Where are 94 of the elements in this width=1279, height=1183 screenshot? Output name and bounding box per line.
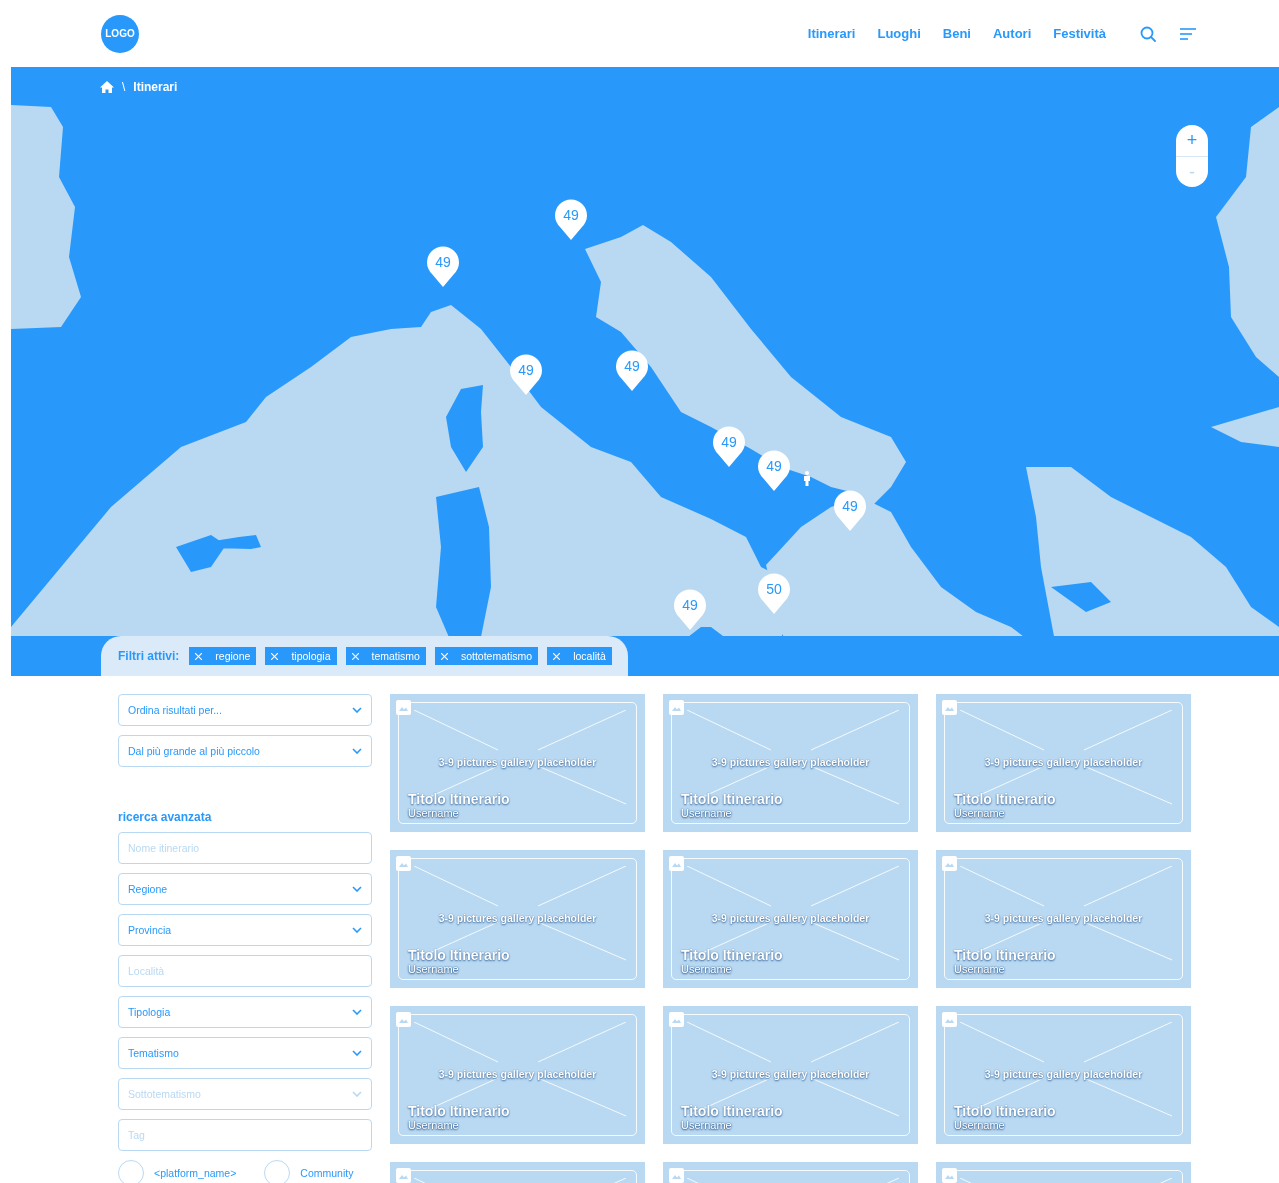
image-icon: [396, 1168, 411, 1183]
close-icon[interactable]: [440, 652, 448, 660]
chevron-down-icon: [352, 1009, 362, 1015]
gallery-placeholder-text: 3-9 pictures gallery placeholder: [710, 912, 871, 924]
image-icon: [669, 700, 684, 715]
card-username: Username: [408, 1119, 459, 1131]
card-username: Username: [681, 1119, 732, 1131]
image-icon: [396, 700, 411, 715]
card-title: Titolo Itinerario: [408, 1103, 510, 1119]
gallery-placeholder-text: 3-9 pictures gallery placeholder: [983, 1068, 1144, 1080]
input-field[interactable]: Località: [118, 955, 372, 987]
card-username: Username: [954, 807, 1005, 819]
image-icon: [396, 856, 411, 871]
card-username: Username: [681, 807, 732, 819]
close-icon[interactable]: [271, 652, 279, 660]
card-username: Username: [408, 963, 459, 975]
chevron-down-icon: [352, 927, 362, 933]
input-field[interactable]: Nome itinerario: [118, 832, 372, 864]
nav-link[interactable]: Luoghi: [877, 26, 921, 41]
gallery-placeholder-text: 3-9 pictures gallery placeholder: [983, 912, 1144, 924]
radio-button[interactable]: [118, 1160, 144, 1183]
gallery-placeholder-text: 3-9 pictures gallery placeholder: [437, 1068, 598, 1080]
map-pin[interactable]: 49: [713, 426, 745, 467]
gallery-placeholder-text: 3-9 pictures gallery placeholder: [437, 912, 598, 924]
home-icon[interactable]: [100, 81, 114, 93]
chevron-down-icon: [352, 1050, 362, 1056]
input-field[interactable]: Tag: [118, 1119, 372, 1151]
gallery-placeholder-text: 3-9 pictures gallery placeholder: [710, 756, 871, 768]
image-icon: [942, 700, 957, 715]
gallery-placeholder-text: 3-9 pictures gallery placeholder: [437, 756, 598, 768]
map-pin[interactable]: 49: [758, 450, 790, 491]
card-username: Username: [954, 1119, 1005, 1131]
card-title: Titolo Itinerario: [681, 791, 783, 807]
filter-chip[interactable]: regione: [189, 647, 257, 665]
select-field[interactable]: Dal più grande al più piccolo: [118, 735, 372, 767]
breadcrumb-current[interactable]: Itinerari: [133, 80, 178, 94]
map-pin[interactable]: 50: [758, 573, 790, 614]
chevron-down-icon: [352, 707, 362, 713]
map-pin[interactable]: 49: [510, 354, 542, 395]
card-title: Titolo Itinerario: [408, 947, 510, 963]
chevron-down-icon: [352, 748, 362, 754]
filter-chip[interactable]: tipologia: [265, 647, 337, 665]
filter-chip[interactable]: sottotematismo: [434, 647, 539, 665]
logo[interactable]: LOGO: [101, 14, 139, 53]
map-pin[interactable]: 49: [834, 490, 866, 531]
card-title: Titolo Itinerario: [954, 1103, 1056, 1119]
nav-link[interactable]: Itinerari: [807, 26, 856, 41]
image-icon: [942, 1012, 957, 1027]
map-pin[interactable]: 49: [674, 589, 706, 630]
gallery-placeholder-text: 3-9 pictures gallery placeholder: [983, 756, 1144, 768]
radio-label[interactable]: <platform_name>: [154, 1167, 237, 1179]
breadcrumb-separator: \: [122, 80, 126, 94]
nav-link[interactable]: Beni: [942, 26, 971, 41]
select-field[interactable]: Ordina risultati per...: [118, 694, 372, 726]
select-field[interactable]: Provincia: [118, 914, 372, 946]
card-title: Titolo Itinerario: [954, 791, 1056, 807]
map-pin[interactable]: 49: [427, 246, 459, 287]
select-field[interactable]: Tematismo: [118, 1037, 372, 1069]
image-icon: [942, 856, 957, 871]
card-title: Titolo Itinerario: [408, 791, 510, 807]
card-username: Username: [681, 963, 732, 975]
gallery-placeholder-text: 3-9 pictures gallery placeholder: [710, 1068, 871, 1080]
card-username: Username: [954, 963, 1005, 975]
image-icon: [669, 1012, 684, 1027]
select-field: Sottotematismo: [118, 1078, 372, 1110]
chevron-down-icon: [352, 1091, 362, 1097]
section-title: ricerca avanzata: [118, 810, 213, 824]
image-icon: [669, 1168, 684, 1183]
filters-label: Filtri attivi:: [118, 649, 180, 663]
zoom-in-button[interactable]: +: [1176, 125, 1208, 156]
chevron-down-icon: [352, 886, 362, 892]
search-icon[interactable]: [1140, 25, 1156, 42]
select-field[interactable]: Tipologia: [118, 996, 372, 1028]
card-title: Titolo Itinerario: [681, 1103, 783, 1119]
image-icon: [669, 856, 684, 871]
map-pin[interactable]: 49: [616, 350, 648, 391]
image-icon: [942, 1168, 957, 1183]
radio-button[interactable]: [264, 1160, 291, 1183]
image-icon: [396, 1012, 411, 1027]
close-icon[interactable]: [195, 652, 203, 660]
person-icon[interactable]: [803, 471, 811, 486]
map-pin[interactable]: 49: [555, 199, 587, 240]
menu-icon[interactable]: [1180, 26, 1196, 41]
nav-link[interactable]: Festività: [1053, 26, 1106, 41]
filter-chip[interactable]: località: [547, 647, 612, 665]
close-icon[interactable]: [553, 652, 561, 660]
card-title: Titolo Itinerario: [681, 947, 783, 963]
filter-chip[interactable]: tematismo: [345, 647, 426, 665]
card-title: Titolo Itinerario: [954, 947, 1056, 963]
select-field[interactable]: Regione: [118, 873, 372, 905]
card-username: Username: [408, 807, 459, 819]
nav-link[interactable]: Autori: [992, 26, 1032, 41]
close-icon[interactable]: [351, 652, 359, 660]
radio-label[interactable]: Community: [300, 1167, 354, 1179]
